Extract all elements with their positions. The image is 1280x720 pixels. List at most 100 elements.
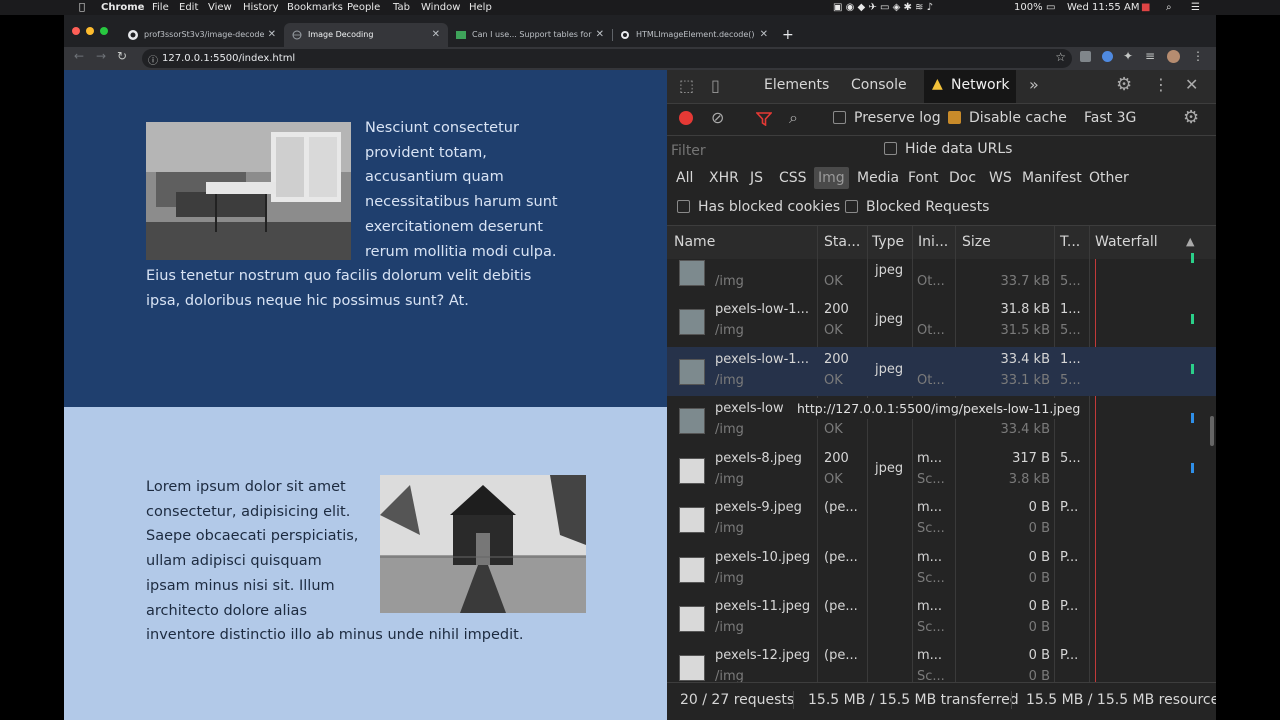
preserve-log-checkbox[interactable]	[833, 111, 846, 124]
search-icon[interactable]: ⌕	[789, 108, 798, 128]
disable-cache-checkbox[interactable]	[948, 111, 961, 124]
clear-icon[interactable]: ⊘	[711, 108, 724, 127]
type-other[interactable]: Other	[1089, 170, 1129, 186]
reading-list-icon[interactable]: ≡	[1145, 49, 1155, 63]
menu-history[interactable]: History	[243, 0, 279, 15]
close-window-button[interactable]	[72, 27, 80, 35]
paragraph-1: Nesciunt consectetur provident totam, ac…	[146, 116, 566, 314]
type-manifest[interactable]: Manifest	[1022, 170, 1082, 186]
tab-image-decoding[interactable]: Image Decoding ✕	[284, 23, 448, 47]
request-size: 0 B	[1028, 500, 1050, 515]
close-devtools-icon[interactable]: ✕	[1185, 75, 1198, 94]
settings-gear-icon[interactable]: ⚙	[1116, 74, 1132, 95]
macos-menu-bar:  Chrome File Edit View History Bookmark…	[0, 0, 1280, 15]
type-js[interactable]: JS	[750, 170, 763, 186]
puzzle-icon[interactable]: ✦	[1123, 49, 1133, 63]
menu-edit[interactable]: Edit	[179, 0, 198, 15]
menu-window[interactable]: Window	[421, 0, 460, 15]
tab-label: Can I use... Support tables for	[472, 30, 592, 39]
globe-icon	[292, 30, 302, 40]
type-ws[interactable]: WS	[989, 170, 1012, 186]
network-settings-gear-icon[interactable]: ⚙	[1183, 107, 1199, 128]
record-button[interactable]	[679, 111, 693, 125]
bookmark-star-icon[interactable]: ☆	[1055, 50, 1066, 64]
filter-input[interactable]	[671, 141, 861, 161]
request-time: 5...	[1060, 451, 1081, 466]
close-icon[interactable]: ✕	[760, 23, 768, 47]
type-css[interactable]: CSS	[779, 170, 807, 186]
type-xhr[interactable]: XHR	[709, 170, 739, 186]
filter-icon[interactable]	[756, 112, 772, 126]
type-all[interactable]: All	[676, 170, 693, 186]
request-resource-size: 0 B	[1028, 571, 1050, 586]
menu-icon[interactable]: ⋮	[1192, 49, 1204, 63]
request-row[interactable]: pexels-8.jpeg/img 200 OK jpeg m... Sc... 317 B…	[667, 446, 1216, 495]
back-icon[interactable]: ←	[74, 49, 84, 63]
forward-icon[interactable]: →	[96, 49, 106, 63]
request-initiator-detail: Ot...	[917, 274, 945, 289]
tab-caniuse[interactable]: Can I use... Support tables for ✕	[448, 23, 613, 47]
type-font[interactable]: Font	[908, 170, 938, 186]
request-path: /img	[715, 323, 744, 338]
zoom-window-button[interactable]	[100, 27, 108, 35]
request-time: P...	[1060, 550, 1079, 565]
tab-elements[interactable]: Elements	[764, 77, 829, 93]
type-doc[interactable]: Doc	[949, 170, 976, 186]
device-toolbar-icon[interactable]: ▯	[711, 76, 720, 95]
tab-label: prof3ssorSt3v3/image-decode	[144, 30, 265, 39]
inspect-icon[interactable]: ⬚	[679, 76, 694, 95]
kebab-menu-icon[interactable]: ⋮	[1153, 75, 1169, 94]
menu-tab[interactable]: Tab	[393, 0, 410, 15]
close-icon[interactable]: ✕	[596, 23, 604, 47]
sort-ascending-icon[interactable]: ▲	[1186, 235, 1194, 248]
request-name: pexels-12.jpeg	[715, 648, 811, 663]
new-tab-button[interactable]: +	[782, 23, 798, 47]
minimize-window-button[interactable]	[86, 27, 94, 35]
menu-bookmarks[interactable]: Bookmarks	[287, 0, 343, 15]
spotlight-icon[interactable]: ⌕	[1166, 0, 1172, 15]
has-blocked-cookies-checkbox[interactable]	[677, 200, 690, 213]
broken-image-icon	[679, 606, 705, 632]
menu-file[interactable]: File	[152, 0, 169, 15]
image-thumbnail	[679, 309, 705, 335]
request-row[interactable]: /img OK jpeg Ot... 33.7 kB 5...	[667, 248, 1216, 297]
broken-image-icon	[679, 655, 705, 681]
clock[interactable]: Wed 11:55 AM	[1067, 0, 1139, 15]
extension-icon[interactable]	[1080, 51, 1091, 62]
close-icon[interactable]: ✕	[268, 23, 276, 47]
extension-icon[interactable]	[1102, 51, 1113, 62]
menu-app-name[interactable]: Chrome	[101, 0, 144, 15]
request-row[interactable]: pexels-9.jpeg/img (pe... m... Sc... 0 B 0 B P.…	[667, 495, 1216, 544]
tab-console[interactable]: Console	[851, 77, 907, 93]
tab-mdn[interactable]: HTMLImageElement.decode() ✕	[612, 23, 776, 47]
tab-github[interactable]: prof3ssorSt3v3/image-decode ✕	[120, 23, 285, 47]
request-row[interactable]: pexels-low-1... /img 200 OK jpeg Ot... 33.4 kB…	[667, 347, 1216, 396]
request-row[interactable]: pexels-11.jpeg/img (pe... m... Sc... 0 B 0 B P…	[667, 594, 1216, 643]
apple-icon[interactable]: 	[79, 0, 85, 15]
request-row[interactable]: pexels-low-1... /img 200 OK jpeg Ot... 31.8 kB…	[667, 297, 1216, 346]
tab-network[interactable]: ▲ Network	[924, 70, 1016, 103]
address-bar[interactable]: ⓘ 127.0.0.1:5500/index.html ☆	[142, 49, 1072, 68]
avatar[interactable]	[1167, 50, 1180, 63]
disable-cache-label: Disable cache	[969, 110, 1067, 126]
menu-help[interactable]: Help	[469, 0, 492, 15]
request-list-scrollbar[interactable]	[1210, 416, 1214, 446]
request-status: (pe...	[824, 500, 858, 515]
close-icon[interactable]: ✕	[432, 23, 440, 47]
type-media[interactable]: Media	[857, 170, 899, 186]
request-status: (pe...	[824, 550, 858, 565]
reload-icon[interactable]: ↻	[117, 49, 127, 63]
image-thumbnail	[679, 359, 705, 385]
request-path: /img	[715, 373, 744, 388]
type-img[interactable]: Img	[814, 167, 849, 189]
request-row[interactable]: pexels-10.jpeg/img (pe... m... Sc... 0 B 0 B P…	[667, 545, 1216, 594]
menu-view[interactable]: View	[208, 0, 232, 15]
hide-data-urls-checkbox[interactable]	[884, 142, 897, 155]
throttle-select[interactable]: Fast 3G	[1084, 110, 1136, 126]
blocked-requests-checkbox[interactable]	[845, 200, 858, 213]
request-name: pexels-9.jpeg	[715, 500, 802, 515]
more-tabs-icon[interactable]: »	[1029, 75, 1039, 94]
info-icon[interactable]: ⓘ	[148, 52, 158, 67]
control-center-icon[interactable]: ☰	[1191, 0, 1200, 15]
menu-people[interactable]: People	[347, 0, 380, 15]
